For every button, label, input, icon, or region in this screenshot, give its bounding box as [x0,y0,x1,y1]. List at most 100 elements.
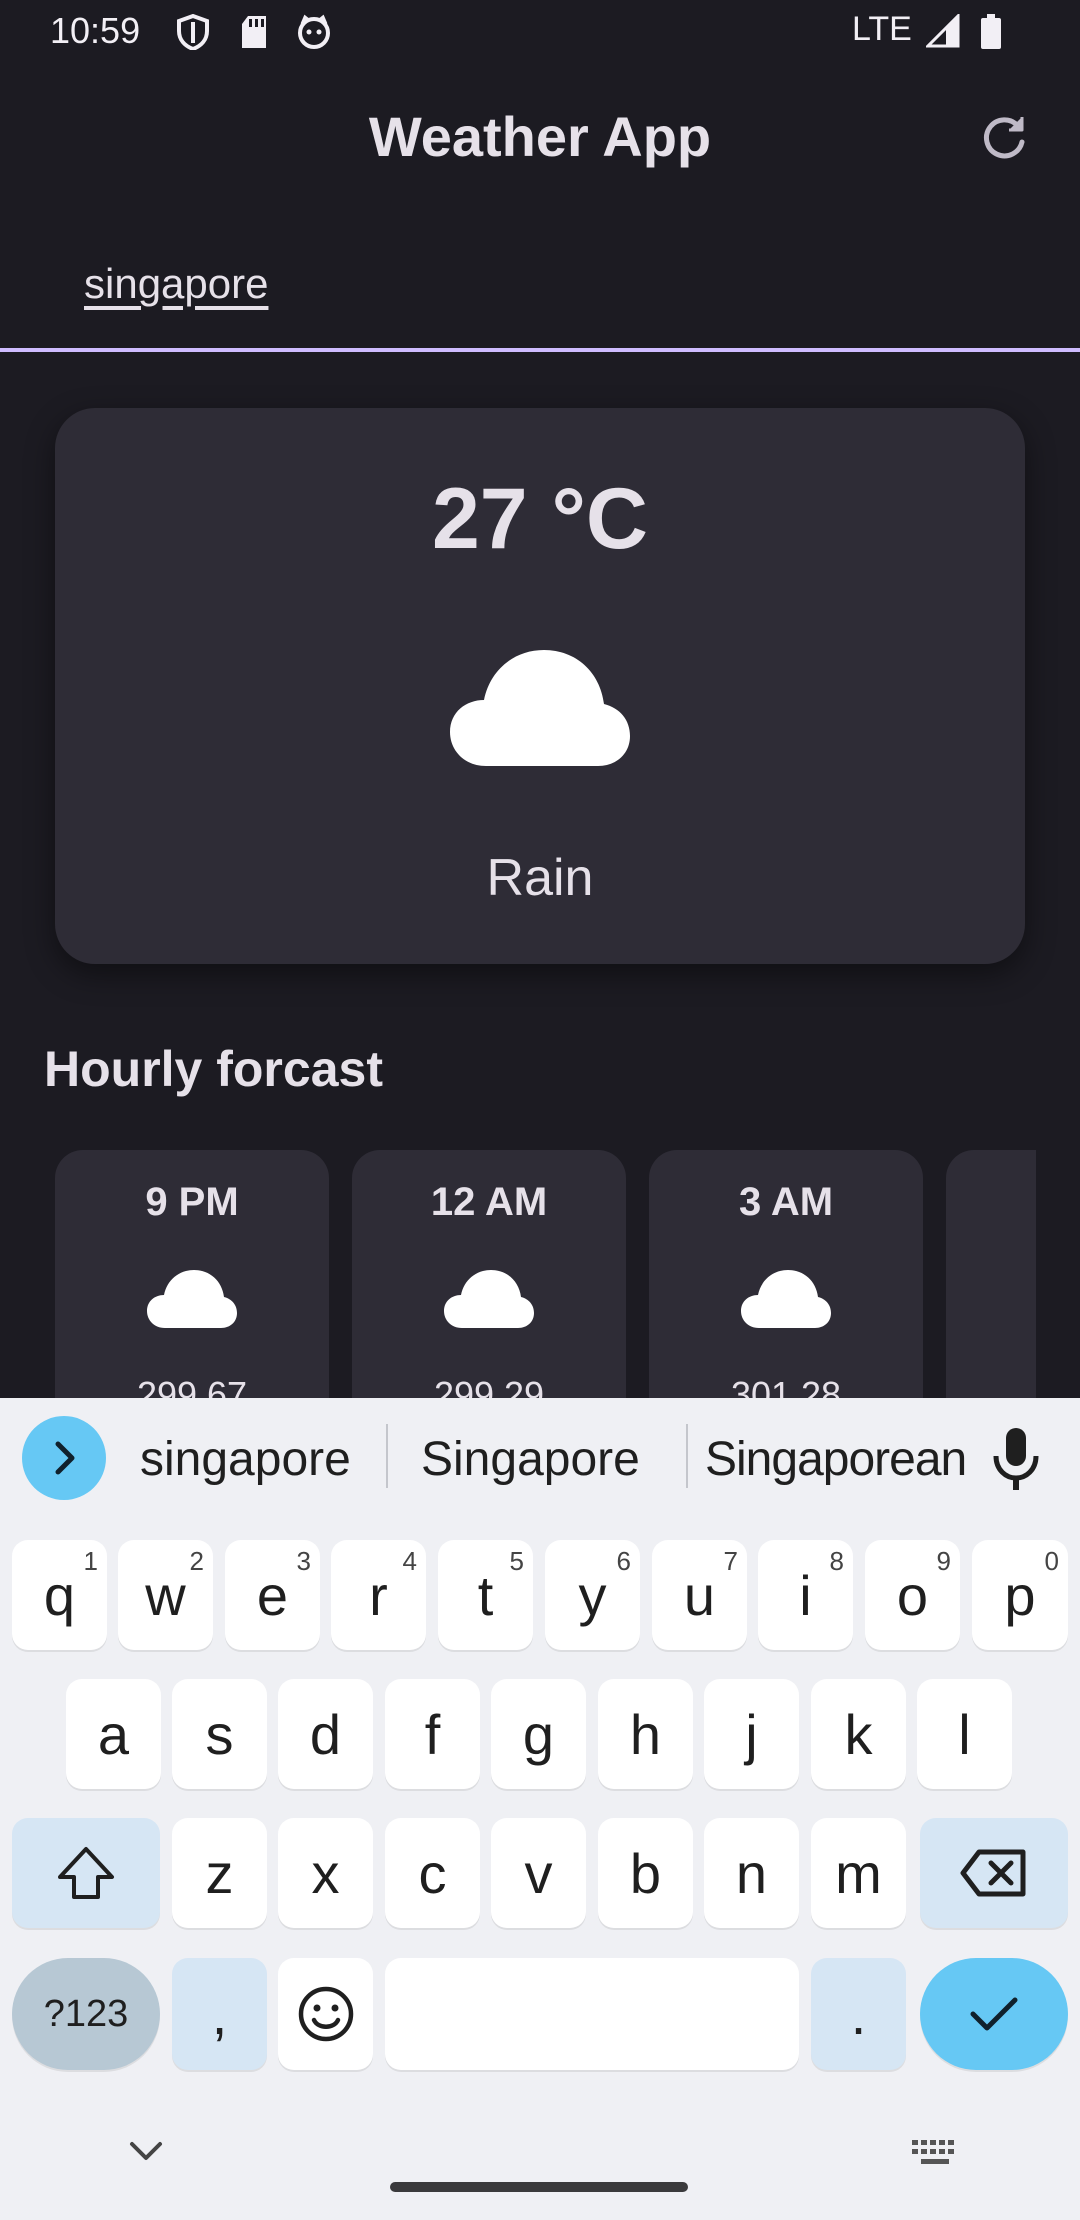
key-label: e [256,1563,289,1627]
hourly-card: 9 PM 299.67 [55,1150,329,1398]
hourly-time: 3 AM [738,1180,834,1224]
key-h[interactable]: h [598,1679,693,1789]
key-m[interactable]: m [811,1818,906,1928]
hourly-temperature: 299.29 [433,1374,545,1398]
key-e[interactable]: e3 [225,1540,320,1650]
key-label: t [477,1563,494,1627]
key-hint: 0 [1044,1546,1059,1576]
hourly-temperature: 301.28 [730,1374,842,1398]
key-g[interactable]: g [491,1679,586,1789]
key-label: w [145,1563,186,1627]
key-z[interactable]: z [172,1818,267,1928]
key-hint: 4 [402,1546,417,1576]
key-u[interactable]: u7 [652,1540,747,1650]
key-s[interactable]: s [172,1679,267,1789]
hourly-forecast-list[interactable]: 9 PM 299.67 12 AM 299.29 3 AM 301.28 6 3 [55,1150,1036,1398]
hourly-time: 12 AM [430,1180,548,1224]
suggestion-2[interactable]: Singapore [421,1432,640,1487]
key-hint: 7 [723,1546,738,1576]
microphone-icon [993,1428,1039,1490]
key-hint: 5 [509,1546,524,1576]
hourly-card: 3 AM 301.28 [649,1150,923,1398]
hourly-forecast-title: Hourly forcast [44,1041,383,1097]
key-d[interactable]: d [278,1679,373,1789]
period-key[interactable]: . [811,1958,906,2070]
suggestion-divider [386,1424,388,1488]
signal-icon [924,12,960,53]
app-title: Weather App [368,105,712,168]
key-hint: 9 [936,1546,951,1576]
refresh-button[interactable] [978,112,1030,164]
key-v[interactable]: v [491,1818,586,1928]
suggestion-1[interactable]: singapore [140,1432,351,1487]
voice-input-button[interactable] [988,1424,1044,1494]
key-hint: 3 [296,1546,311,1576]
key-n[interactable]: n [704,1818,799,1928]
city-search-input[interactable]: singapore [0,240,1080,352]
expand-toolbar-button[interactable] [22,1416,106,1500]
key-f[interactable]: f [385,1679,480,1789]
key-a[interactable]: a [66,1679,161,1789]
comma-key[interactable]: , [172,1958,267,2070]
hourly-temperature: 3 [946,1374,1036,1398]
refresh-icon [984,117,1025,159]
city-input-value: singapore [84,260,269,307]
cloud-icon [450,650,630,766]
shift-key[interactable] [12,1818,160,1928]
sd-card-icon [240,14,268,55]
key-j[interactable]: j [704,1679,799,1789]
key-x[interactable]: x [278,1818,373,1928]
suggestion-divider [686,1424,688,1488]
hourly-card: 6 3 [946,1150,1036,1398]
cloud-icon [147,1270,237,1328]
current-temperature: 27 °C [431,471,649,567]
shift-icon [58,1847,114,1899]
battery-icon [980,14,1002,55]
home-gesture-bar[interactable] [390,2182,688,2192]
hourly-time: 6 [946,1180,1036,1225]
cat-icon [296,14,332,55]
backspace-key[interactable] [920,1818,1068,1928]
current-weather-card: 27 °C Rain [55,408,1025,964]
emoji-key[interactable] [278,1958,373,2070]
key-p[interactable]: p0 [972,1540,1068,1650]
soft-keyboard: singapore Singapore Singaporean q1 w2 e3… [0,1398,1080,2220]
keyboard-switch-icon[interactable] [910,2138,960,2168]
hourly-time: 9 PM [145,1180,239,1224]
key-hint: 1 [83,1546,98,1576]
key-label: y [578,1563,607,1627]
hide-keyboard-icon[interactable] [128,2140,164,2164]
key-hint: 8 [829,1546,844,1576]
key-q[interactable]: q1 [12,1540,107,1650]
key-r[interactable]: r4 [331,1540,426,1650]
space-bar[interactable] [385,1958,799,2070]
status-bar: 10:59 LTE [0,0,1080,66]
key-label: i [799,1563,812,1627]
key-label: o [896,1563,929,1627]
key-label: q [43,1563,76,1627]
key-label: u [683,1563,716,1627]
checkmark-icon [970,1997,1018,2031]
key-l[interactable]: l [917,1679,1012,1789]
cloud-icon [741,1270,831,1328]
suggestion-3[interactable]: Singaporean [705,1432,967,1487]
key-y[interactable]: y6 [545,1540,640,1650]
status-time: 10:59 [50,10,141,51]
suggestion-strip: singapore Singapore Singaporean [0,1398,1080,1518]
chevron-right-icon [55,1441,75,1475]
key-c[interactable]: c [385,1818,480,1928]
key-i[interactable]: i8 [758,1540,853,1650]
input-focus-underline [0,348,1080,352]
key-hint: 2 [189,1546,204,1576]
emoji-icon [298,1986,353,2042]
key-hint: 6 [616,1546,631,1576]
key-w[interactable]: w2 [118,1540,213,1650]
key-t[interactable]: t5 [438,1540,533,1650]
key-k[interactable]: k [811,1679,906,1789]
key-o[interactable]: o9 [865,1540,960,1650]
enter-key[interactable] [920,1958,1068,2070]
key-b[interactable]: b [598,1818,693,1928]
key-label: r [369,1563,388,1627]
symbols-key[interactable]: ?123 [12,1958,160,2070]
network-type: LTE [852,10,912,48]
